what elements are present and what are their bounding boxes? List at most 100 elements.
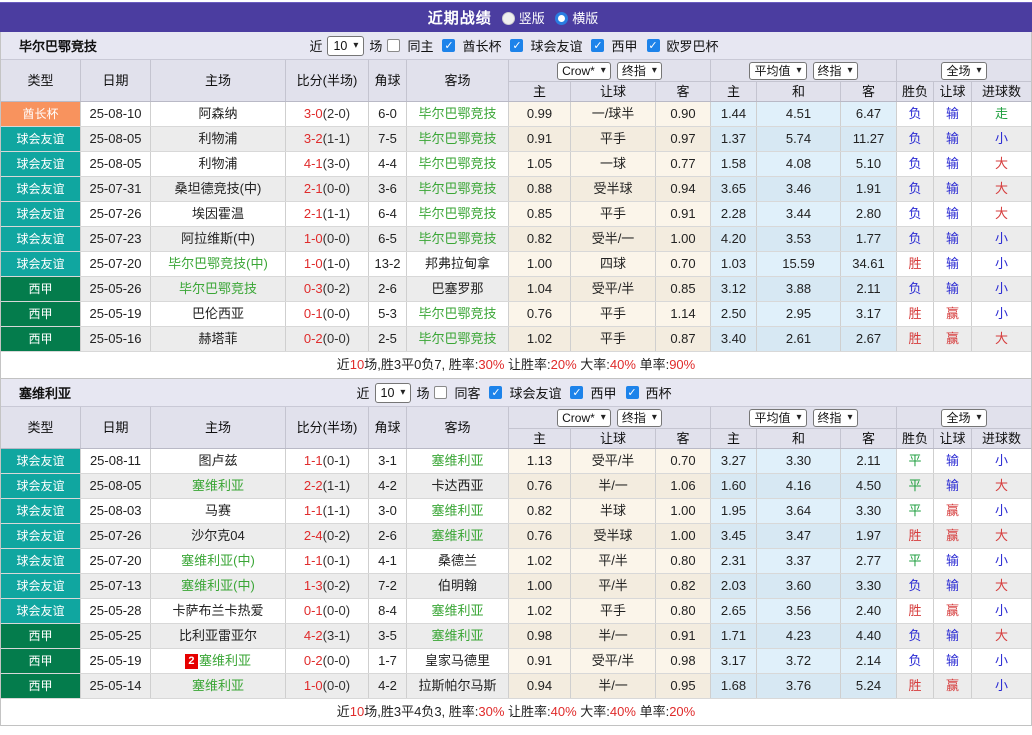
home-team: 阿森纳 [151,102,286,126]
type-badge: 西甲 [1,674,81,698]
away-team: 毕尔巴鄂竞技 [407,202,509,226]
home-team-name: 阿拉维斯(中) [181,231,255,246]
corner-score: 4-1 [369,549,407,573]
header-right: Crow*▾终指▾平均值▾终指▾全场▾主让球客主和客胜负让球进球数 [509,407,1031,448]
games-select[interactable]: 10▾ [375,383,412,403]
odds-away: 0.80 [656,599,711,623]
team-name: 毕尔巴鄂竞技 [19,36,97,55]
same-venue-checkbox[interactable] [387,39,400,52]
page: 近期战绩 竖版 横版 毕尔巴鄂竞技近10▾场同主✓酋长杯✓球会友谊✓西甲✓欧罗巴… [0,0,1032,726]
fulltime-score: 1-0 [304,231,323,246]
away-team-name: 毕尔巴鄂竞技 [418,206,496,221]
sub-col-header: 主 [509,429,571,448]
summary-segment: 让胜率: [504,357,550,372]
league-label-2: 西甲 [611,36,637,55]
league-checkbox-0[interactable]: ✓ [489,386,502,399]
final-odds-select[interactable]: 终指▾ [617,409,662,427]
odds-home: 1.13 [509,449,571,473]
average-select[interactable]: 平均值▾ [749,409,806,427]
result-goals: 小 [972,252,1031,276]
handicap: 四球 [571,252,656,276]
sub-col-header: 胜负 [897,429,934,448]
chevron-down-icon: ▾ [601,65,606,76]
score: 4-1(3-0) [286,152,369,176]
chevron-down-icon: ▾ [976,65,981,76]
league-checkbox-1[interactable]: ✓ [570,386,583,399]
final-avg-select[interactable]: 终指▾ [813,62,858,80]
result-handicap: 输 [934,574,972,598]
final-odds-select[interactable]: 终指▾ [617,62,662,80]
home-team-name: 毕尔巴鄂竞技(中) [168,256,268,271]
league-checkbox-3[interactable]: ✓ [647,39,660,52]
avg-draw: 4.16 [757,474,841,498]
games-select[interactable]: 10▾ [327,36,364,56]
halftime-score: (0-1) [323,553,350,568]
fulltime-score: 0-3 [304,281,323,296]
games-label: 场 [416,383,429,402]
same-venue-checkbox[interactable] [434,386,447,399]
avg-draw: 5.74 [757,127,841,151]
result-goals: 大 [972,474,1031,498]
type-badge: 西甲 [1,302,81,326]
full-match-select[interactable]: 全场▾ [941,62,986,80]
halftime-score: (0-0) [323,331,350,346]
result-goals: 走 [972,102,1031,126]
league-checkbox-2[interactable]: ✓ [626,386,639,399]
halftime-score: (1-1) [323,503,350,518]
near-label: 近 [309,36,322,55]
avg-draw: 3.76 [757,674,841,698]
radio-horizontal-label: 横版 [572,11,598,26]
result-outcome: 负 [897,177,934,201]
fulltime-score: 1-1 [304,453,323,468]
radio-vertical[interactable] [502,12,515,25]
odds-company-select[interactable]: Crow*▾ [557,62,611,80]
avg-draw: 3.37 [757,549,841,573]
summary-segment: 20% [551,357,577,372]
match-date: 25-07-26 [81,202,151,226]
odds-home: 0.91 [509,127,571,151]
home-team-name: 图卢兹 [198,453,237,468]
halftime-score: (1-1) [323,206,350,221]
sub-col-header: 和 [757,82,841,101]
score: 0-3(0-2) [286,277,369,301]
radio-horizontal[interactable] [555,12,568,25]
league-checkbox-0[interactable]: ✓ [442,39,455,52]
league-checkbox-1[interactable]: ✓ [510,39,523,52]
final-avg-select[interactable]: 终指▾ [813,409,858,427]
handicap: 平手 [571,302,656,326]
home-team-name: 塞维利亚(中) [181,553,255,568]
away-team: 巴塞罗那 [407,277,509,301]
result-handicap: 输 [934,474,972,498]
result-goals: 大 [972,624,1031,648]
average-select[interactable]: 平均值▾ [749,62,806,80]
filter-controls: 近10▾场同主✓酋长杯✓球会友谊✓西甲✓欧罗巴杯 [309,36,722,56]
handicap: 受半球 [571,177,656,201]
home-team-name: 桑坦德竞技(中) [175,181,262,196]
avg-away: 1.77 [841,227,897,251]
result-handicap: 输 [934,277,972,301]
odds-home: 1.02 [509,327,571,351]
odds-company-select[interactable]: Crow*▾ [557,409,611,427]
score: 2-4(0-2) [286,524,369,548]
full-match-select[interactable]: 全场▾ [941,409,986,427]
corner-score: 2-6 [369,277,407,301]
result-outcome: 胜 [897,252,934,276]
table-row: 西甲25-05-14塞维利亚1-0(0-0)4-2拉斯帕尔马斯0.94半/一0.… [1,674,1031,699]
match-date: 25-08-10 [81,102,151,126]
sub-col-header: 让球 [571,429,656,448]
halftime-score: (0-0) [323,603,350,618]
away-team-name: 毕尔巴鄂竞技 [418,306,496,321]
corner-score: 1-7 [369,649,407,673]
handicap: 平手 [571,127,656,151]
away-team: 塞维利亚 [407,449,509,473]
col-header: 主场 [151,407,286,448]
average-select-value: 平均值 [754,62,790,79]
league-checkbox-2[interactable]: ✓ [591,39,604,52]
home-team: 图卢兹 [151,449,286,473]
odds-home: 0.99 [509,102,571,126]
avg-draw: 3.64 [757,499,841,523]
dropdown-row: Crow*▾终指▾平均值▾终指▾全场▾ [509,60,1031,81]
avg-home: 1.37 [711,127,757,151]
odds-home: 0.76 [509,302,571,326]
avg-home: 2.28 [711,202,757,226]
